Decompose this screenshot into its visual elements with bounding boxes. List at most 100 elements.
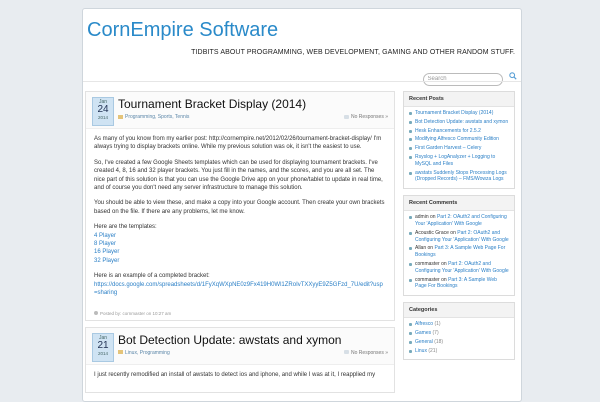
header-divider bbox=[83, 81, 521, 82]
date-badge: Jan 24 2014 bbox=[92, 97, 114, 126]
template-link-8-player[interactable]: 8 Player bbox=[94, 241, 116, 247]
search-input[interactable] bbox=[422, 72, 503, 86]
category-count: (18) bbox=[434, 338, 444, 345]
search-icon[interactable] bbox=[509, 72, 517, 80]
user-icon bbox=[94, 311, 98, 316]
comment-author: admin bbox=[415, 214, 429, 221]
recent-comment-item: Allan on Part 3: A Sample Web Page For B… bbox=[409, 245, 509, 259]
post-paragraph: So, I've created a few Google Sheets tem… bbox=[94, 159, 383, 192]
folder-icon bbox=[118, 114, 123, 119]
templates-intro: Here are the templates: bbox=[94, 224, 157, 231]
date-year: 2014 bbox=[97, 115, 108, 120]
post-paragraph: You should be able to view these, and ma… bbox=[94, 200, 385, 215]
date-badge: Jan 21 2014 bbox=[92, 332, 114, 362]
category-item: Alfresco (1) bbox=[409, 321, 509, 328]
folder-icon bbox=[118, 350, 123, 355]
category-link[interactable]: General bbox=[415, 339, 433, 345]
sidebar: Recent Posts Tournament Bracket Display … bbox=[403, 91, 515, 366]
site-tagline: TIDBITS ABOUT PROGRAMMING, WEB DEVELOPME… bbox=[191, 49, 515, 56]
comment-on-label: on bbox=[427, 245, 434, 252]
recent-post-item: Modifying Alfresco Community Edition bbox=[409, 136, 509, 143]
recent-post-link[interactable]: Modifying Alfresco Community Edition bbox=[415, 136, 499, 142]
comment-on-label: on bbox=[430, 214, 436, 221]
category-item: Games (7) bbox=[409, 330, 509, 337]
comment-bubble-icon bbox=[344, 114, 350, 119]
recent-post-link[interactable]: Bot Detection Update: awstats and xymon bbox=[415, 119, 508, 125]
recent-comment-item: commaster on Part 2: OAuth2 and Configur… bbox=[409, 261, 509, 275]
comment-post-link[interactable]: Part 2: OAuth2 and Configuring Your 'App… bbox=[415, 214, 507, 227]
comment-author: Acoustic Grace bbox=[415, 229, 449, 236]
category-link[interactable]: Linux bbox=[415, 348, 427, 354]
categories-list: Alfresco (1) Games (7) General (18) Linu… bbox=[404, 318, 514, 359]
comment-on-label: on bbox=[441, 276, 447, 283]
template-link-4-player[interactable]: 4 Player bbox=[94, 233, 116, 239]
comment-author: Allan bbox=[415, 245, 427, 252]
post-entry: Jan 21 2014 Bot Detection Update: awstat… bbox=[85, 326, 395, 393]
responses-link[interactable]: No Responses » bbox=[344, 350, 388, 356]
category-count: (21) bbox=[428, 347, 438, 354]
comment-author: commaster bbox=[415, 260, 440, 267]
categories-widget: Categories Alfresco (1) Games (7) Genera… bbox=[403, 302, 515, 361]
comment-author: commaster bbox=[415, 276, 440, 283]
post-categories: Programming, Sports, Tennis bbox=[118, 114, 189, 120]
category-item: Linux (21) bbox=[409, 348, 509, 355]
template-link-32-player[interactable]: 32 Player bbox=[94, 258, 119, 264]
post-paragraph: As many of you know from my earlier post… bbox=[94, 136, 382, 151]
responses-label: No Responses » bbox=[351, 349, 388, 356]
post-entry: Jan 24 2014 Tournament Bracket Display (… bbox=[85, 91, 395, 321]
category-link[interactable]: Alfresco bbox=[415, 321, 433, 327]
category-count: (7) bbox=[432, 329, 439, 336]
date-day: 21 bbox=[97, 339, 109, 351]
date-year: 2014 bbox=[97, 350, 108, 356]
recent-comment-item: commaster on Part 3: A Sample Web Page F… bbox=[409, 277, 509, 291]
recent-comments-widget: Recent Comments admin on Part 2: OAuth2 … bbox=[403, 195, 515, 297]
recent-post-link[interactable]: Hesk Enhancements for 2.5.2 bbox=[415, 128, 481, 134]
post-category-links[interactable]: Programming, Sports, Tennis bbox=[125, 114, 189, 120]
category-count: (1) bbox=[434, 321, 441, 328]
recent-post-item: awstats Suddenly Stops Processing Logs (… bbox=[409, 170, 509, 184]
recent-comments-list: admin on Part 2: OAuth2 and Configuring … bbox=[404, 211, 514, 295]
site-title[interactable]: CornEmpire Software bbox=[87, 19, 278, 42]
post-categories: Linux, Programming bbox=[118, 350, 170, 356]
recent-post-item: First Garden Harvest – Celery bbox=[409, 145, 509, 152]
recent-post-item: Bot Detection Update: awstats and xymon bbox=[409, 119, 509, 126]
widget-title: Categories bbox=[404, 303, 514, 319]
recent-post-link[interactable]: Rsyslog + LogAnalyzer + Logging to MySQL… bbox=[415, 154, 495, 167]
template-list: Here are the templates: 4 Player 8 Playe… bbox=[94, 223, 386, 265]
recent-posts-widget: Recent Posts Tournament Bracket Display … bbox=[403, 91, 515, 190]
category-link[interactable]: Games bbox=[415, 330, 431, 336]
example-section: Here is an example of a completed bracke… bbox=[94, 272, 386, 297]
category-item: General (18) bbox=[409, 339, 509, 346]
recent-comment-item: Acoustic Grace on Part 2: OAuth2 and Con… bbox=[409, 230, 509, 244]
example-bracket-link[interactable]: https://docs.google.com/spreadsheets/d/1… bbox=[94, 282, 383, 296]
widget-title: Recent Comments bbox=[404, 196, 514, 212]
search-form bbox=[422, 67, 517, 86]
widget-title: Recent Posts bbox=[404, 92, 514, 107]
post-list: Jan 24 2014 Tournament Bracket Display (… bbox=[85, 91, 395, 399]
post-byline: Posted by: cornmaster on 10:27 am bbox=[100, 310, 172, 316]
recent-post-link[interactable]: awstats Suddenly Stops Processing Logs (… bbox=[415, 170, 507, 183]
post-footer: Posted by: cornmaster on 10:27 am bbox=[86, 311, 394, 320]
recent-post-item: Tournament Bracket Display (2014) bbox=[409, 110, 509, 117]
post-body: As many of you know from my earlier post… bbox=[86, 129, 394, 311]
comment-bubble-icon bbox=[344, 350, 350, 355]
post-header: Jan 21 2014 Bot Detection Update: awstat… bbox=[86, 327, 394, 365]
example-intro: Here is an example of a completed bracke… bbox=[94, 273, 210, 280]
post-paragraph: I just recently remodified an install of… bbox=[94, 371, 376, 378]
post-category-links[interactable]: Linux, Programming bbox=[125, 350, 170, 356]
post-title[interactable]: Bot Detection Update: awstats and xymon bbox=[118, 333, 341, 347]
post-title[interactable]: Tournament Bracket Display (2014) bbox=[118, 97, 306, 111]
comment-on-label: on bbox=[450, 229, 456, 236]
recent-posts-list: Tournament Bracket Display (2014) Bot De… bbox=[404, 107, 514, 188]
responses-label: No Responses » bbox=[351, 114, 388, 120]
recent-post-item: Rsyslog + LogAnalyzer + Logging to MySQL… bbox=[409, 154, 509, 168]
recent-post-link[interactable]: Tournament Bracket Display (2014) bbox=[415, 110, 493, 116]
date-day: 24 bbox=[97, 104, 109, 115]
page-container: CornEmpire Software TIDBITS ABOUT PROGRA… bbox=[82, 8, 522, 402]
recent-post-link[interactable]: First Garden Harvest – Celery bbox=[415, 145, 481, 151]
responses-link[interactable]: No Responses » bbox=[344, 114, 388, 120]
recent-post-item: Hesk Enhancements for 2.5.2 bbox=[409, 128, 509, 135]
template-link-16-player[interactable]: 16 Player bbox=[94, 249, 119, 255]
recent-comment-item: admin on Part 2: OAuth2 and Configuring … bbox=[409, 214, 509, 228]
post-header: Jan 24 2014 Tournament Bracket Display (… bbox=[86, 92, 394, 129]
